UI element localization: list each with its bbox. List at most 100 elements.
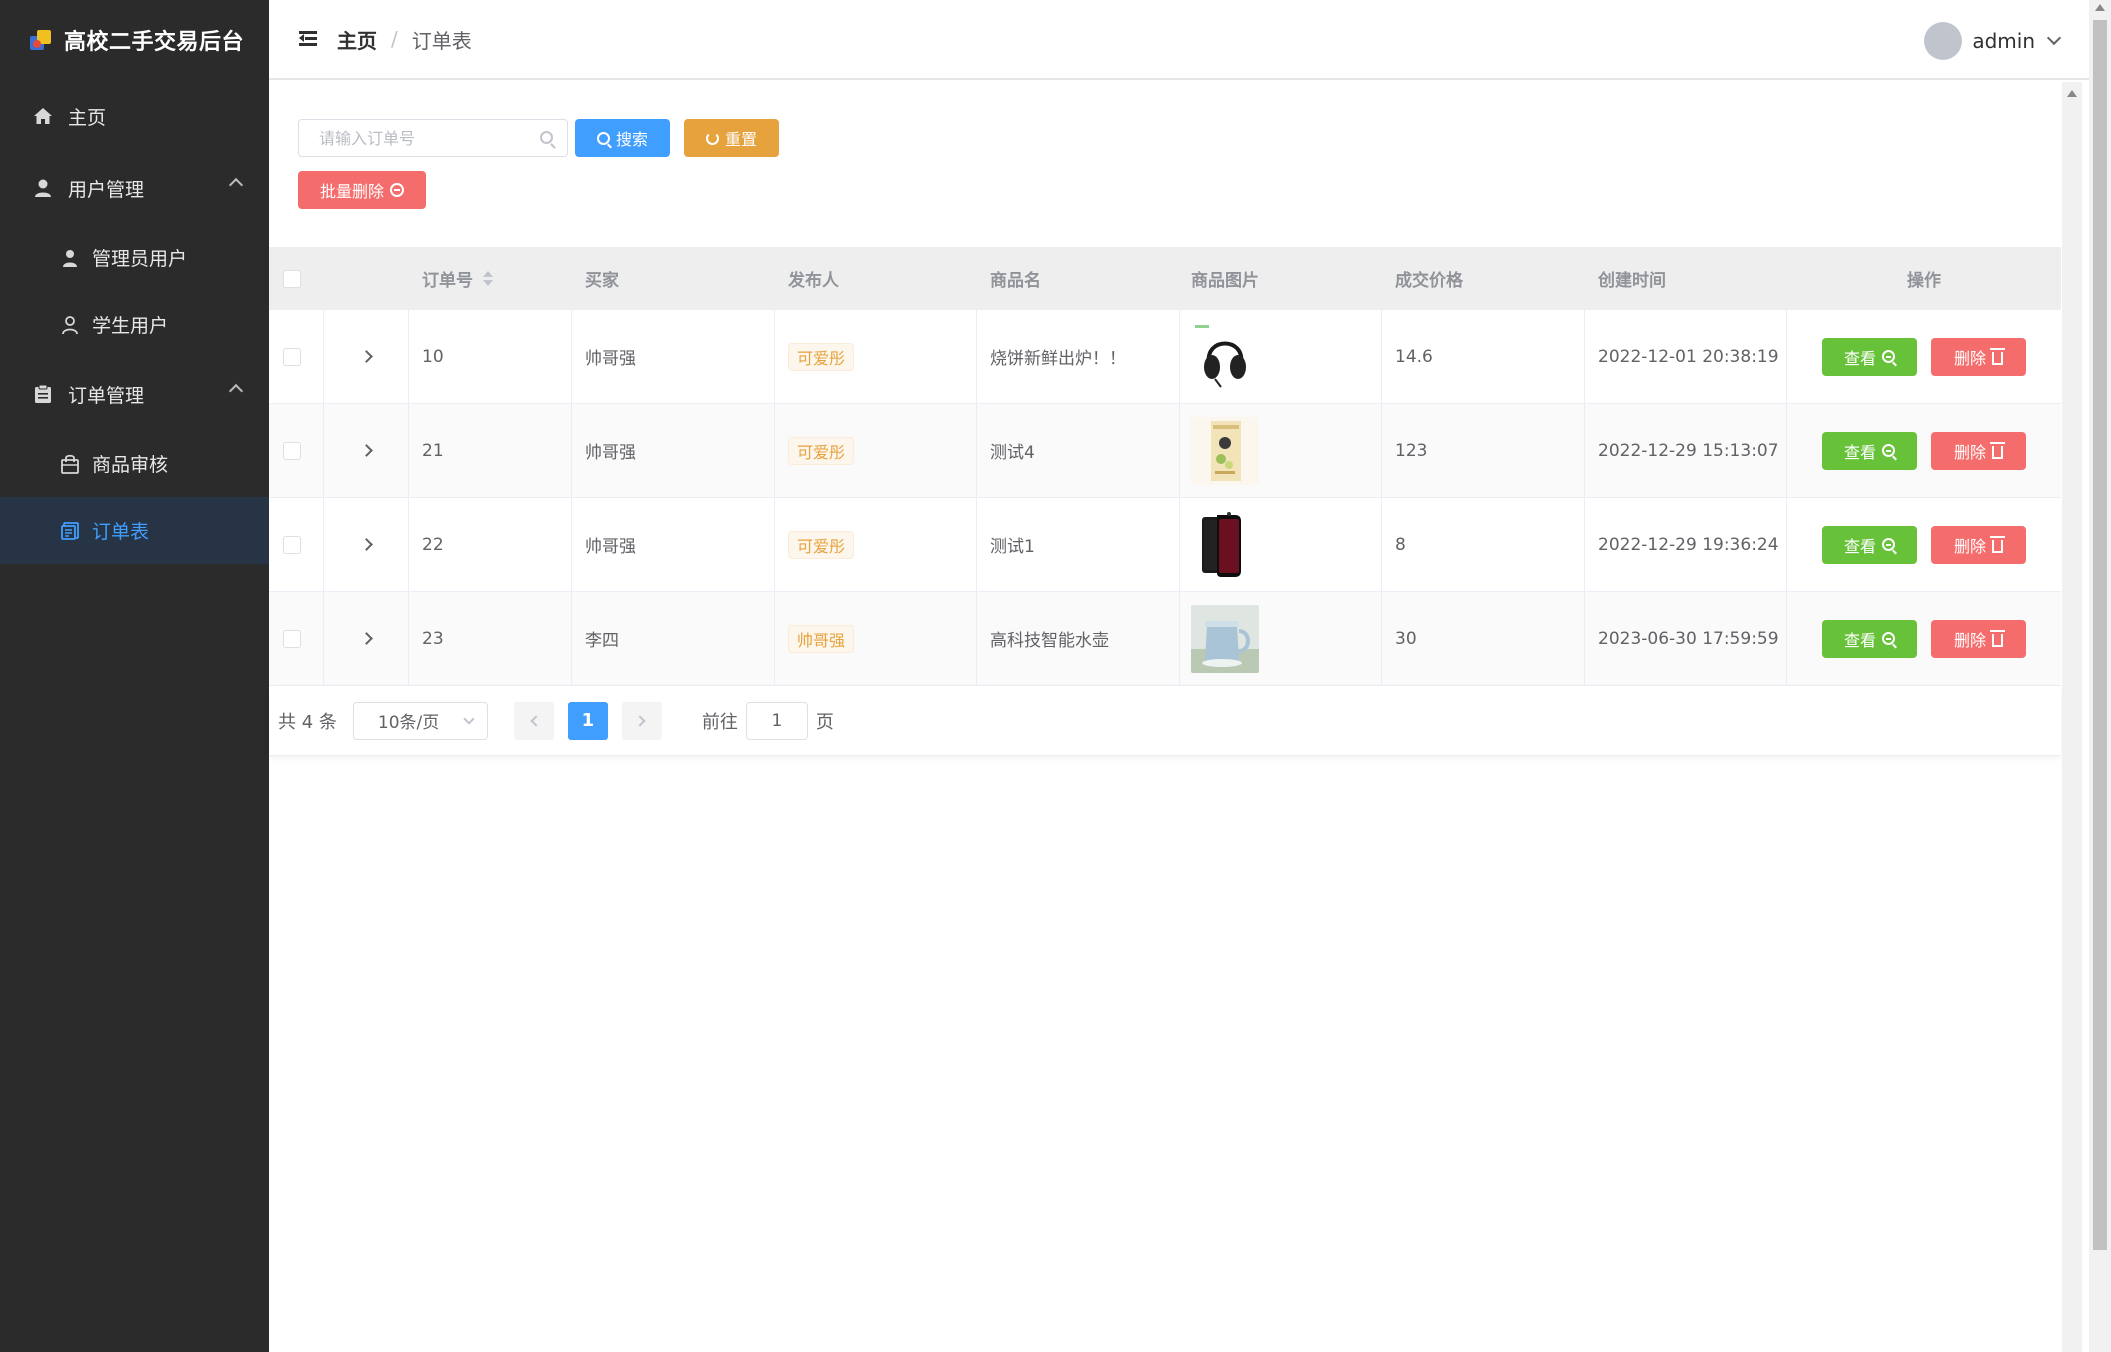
product-image-cell xyxy=(1180,592,1382,685)
page-scrollbar[interactable] xyxy=(2089,0,2111,1352)
breadcrumb-separator: / xyxy=(391,27,398,51)
product-image-phone[interactable] xyxy=(1191,510,1259,579)
scroll-up-arrow-icon[interactable] xyxy=(2095,4,2105,11)
admin-user-icon xyxy=(60,248,80,268)
search-button[interactable]: 搜索 xyxy=(575,119,670,157)
sidebar-item-label: 订单管理 xyxy=(68,384,145,407)
product-image-cell xyxy=(1180,404,1382,497)
reset-button[interactable]: 重置 xyxy=(684,119,779,157)
next-page-button[interactable] xyxy=(621,701,662,740)
expand-cell[interactable] xyxy=(324,498,409,591)
view-button[interactable]: 查看 xyxy=(1822,431,1917,470)
order-search-input[interactable] xyxy=(319,128,529,148)
app: 高校二手交易后台 主页 用户管理 管理员用户 学生用户 订单管理 商品审核 订单… xyxy=(0,0,2111,1352)
batch-delete-button[interactable]: 批量删除 xyxy=(298,171,426,209)
product-image-kettle[interactable] xyxy=(1191,604,1259,673)
price-cell: 8 xyxy=(1382,498,1585,591)
price-cell: 30 xyxy=(1382,592,1585,685)
sidebar-item-order-management[interactable]: 订单管理 xyxy=(0,358,269,430)
chevron-down-icon[interactable] xyxy=(2046,30,2062,46)
product-name-cell: 高科技智能水壶 xyxy=(977,592,1180,685)
view-button[interactable]: 查看 xyxy=(1822,337,1917,376)
sidebar-item-label: 学生用户 xyxy=(92,315,169,337)
scrollbar-thumb[interactable] xyxy=(2093,20,2107,1250)
delete-label: 删除 xyxy=(1953,442,1986,462)
delete-button[interactable]: 删除 xyxy=(1931,619,2026,658)
sidebar-item-product-review[interactable]: 商品审核 xyxy=(0,430,269,497)
publisher-cell: 可爱彤 xyxy=(775,498,977,591)
delete-button[interactable]: 删除 xyxy=(1931,431,2026,470)
search-box[interactable] xyxy=(298,119,568,157)
prev-page-button[interactable] xyxy=(513,701,554,740)
chevron-right-icon[interactable] xyxy=(359,632,373,645)
delete-button[interactable]: 删除 xyxy=(1931,337,2026,376)
clipboard-icon xyxy=(32,383,54,405)
column-header-order-no[interactable]: 订单号 xyxy=(409,247,572,310)
chevron-left-icon xyxy=(530,714,542,727)
sidebar-item-user-management[interactable]: 用户管理 xyxy=(0,152,269,224)
delete-label: 删除 xyxy=(1953,536,1986,556)
publisher-tag: 可爱彤 xyxy=(788,342,855,371)
remove-circle-icon xyxy=(390,183,404,197)
product-name-cell: 测试1 xyxy=(977,498,1180,591)
content-scrollbar[interactable] xyxy=(2062,82,2082,1352)
product-image-book[interactable] xyxy=(1191,416,1259,485)
buyer-cell: 李四 xyxy=(572,592,775,685)
page-number-current[interactable]: 1 xyxy=(567,701,608,740)
delete-button[interactable]: 删除 xyxy=(1931,525,2026,564)
sidebar-item-home[interactable]: 主页 xyxy=(0,80,269,152)
page-size-select[interactable]: 10条/页 xyxy=(352,701,488,740)
scroll-up-arrow-icon[interactable] xyxy=(2067,90,2077,97)
view-button[interactable]: 查看 xyxy=(1822,525,1917,564)
trash-icon xyxy=(1990,629,2005,647)
sidebar-item-order-table[interactable]: 订单表 xyxy=(0,497,269,564)
view-label: 查看 xyxy=(1843,442,1876,462)
breadcrumb-home[interactable]: 主页 xyxy=(337,25,377,54)
trash-icon xyxy=(1990,347,2005,365)
publisher-cell: 帅哥强 xyxy=(775,592,977,685)
goto-page: 前往 1 页 xyxy=(702,701,834,740)
expand-cell[interactable] xyxy=(324,310,409,403)
user-icon xyxy=(32,177,54,199)
table-header: 订单号 买家 发布人 商品名 商品图片 成交价格 创建时间 操作 xyxy=(269,247,2061,310)
view-button[interactable]: 查看 xyxy=(1822,619,1917,658)
row-checkbox[interactable] xyxy=(283,535,301,554)
user-menu[interactable]: admin xyxy=(1924,22,2062,60)
avatar[interactable] xyxy=(1924,22,1963,60)
select-all-checkbox[interactable] xyxy=(283,269,301,288)
sidebar-item-student-users[interactable]: 学生用户 xyxy=(0,291,269,358)
row-checkbox[interactable] xyxy=(283,347,301,366)
sidebar-item-admin-users[interactable]: 管理员用户 xyxy=(0,224,269,291)
buyer-cell: 帅哥强 xyxy=(572,498,775,591)
zoom-in-icon xyxy=(1882,444,1895,457)
view-label: 查看 xyxy=(1843,630,1876,650)
goto-page-input[interactable]: 1 xyxy=(745,701,808,740)
sort-icon[interactable] xyxy=(483,271,493,286)
page-size-value: 10条/页 xyxy=(377,713,440,733)
refresh-icon xyxy=(705,131,719,145)
buyer-cell: 帅哥强 xyxy=(572,310,775,403)
reset-button-label: 重置 xyxy=(724,130,757,149)
main-content: 搜索 重置 批量删除 订单号 买家 发布人 商品名 商品图片 成交价格 创建时 xyxy=(269,82,2061,756)
price-cell: 14.6 xyxy=(1382,310,1585,403)
table-row: 10 帅哥强 可爱彤 烧饼新鲜出炉！！ 14.6 2022-12-01 20:3… xyxy=(269,310,2061,404)
sidebar: 高校二手交易后台 主页 用户管理 管理员用户 学生用户 订单管理 商品审核 订单… xyxy=(0,0,269,1352)
trash-icon xyxy=(1990,441,2005,459)
order-no-cell: 21 xyxy=(409,404,572,497)
chevron-up-icon xyxy=(228,383,244,399)
expand-cell[interactable] xyxy=(324,404,409,497)
expand-cell[interactable] xyxy=(324,592,409,685)
delete-label: 删除 xyxy=(1953,348,1986,368)
chevron-right-icon[interactable] xyxy=(359,350,373,363)
logo: 高校二手交易后台 xyxy=(0,0,269,80)
row-checkbox[interactable] xyxy=(283,441,301,460)
chevron-right-icon[interactable] xyxy=(359,444,373,457)
username[interactable]: admin xyxy=(1972,29,2035,53)
table-row: 22 帅哥强 可爱彤 测试1 8 2022-12-29 19:36:24 查看 … xyxy=(269,498,2061,592)
product-image-headphones[interactable] xyxy=(1191,322,1259,391)
row-checkbox[interactable] xyxy=(283,629,301,648)
created-time-cell: 2023-06-30 17:59:59 xyxy=(1585,592,1787,685)
chevron-right-icon[interactable] xyxy=(359,538,373,551)
menu-fold-icon[interactable] xyxy=(299,31,319,47)
toolbar: 搜索 重置 批量删除 xyxy=(269,82,2061,247)
